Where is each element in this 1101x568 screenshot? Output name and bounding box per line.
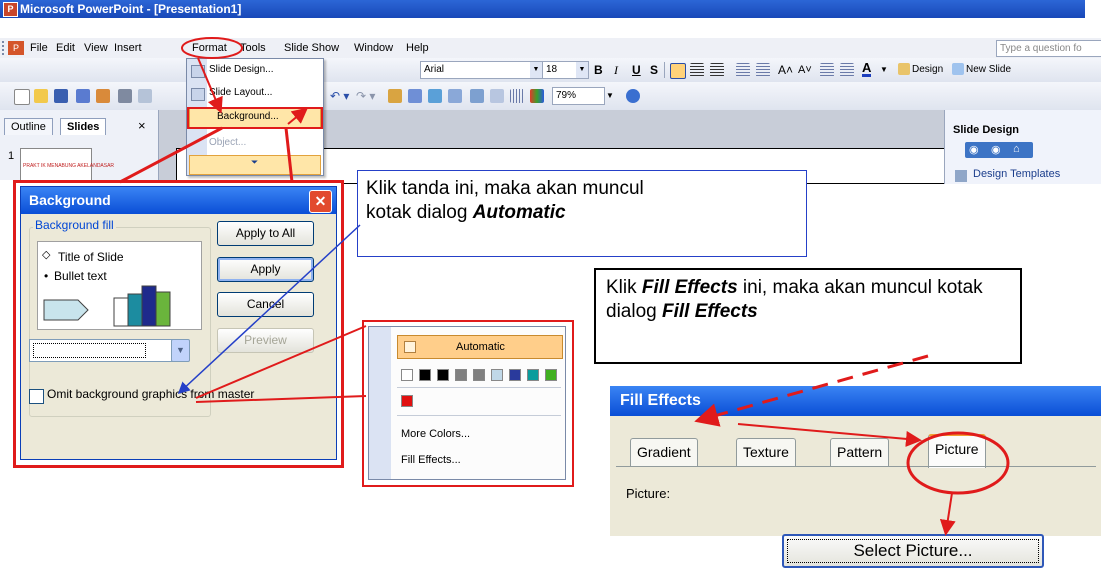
- connector-left: [119, 126, 223, 184]
- format-menu-circle: [181, 37, 243, 59]
- title-to-tab-arrow: [737, 423, 922, 447]
- connector-right: [284, 127, 294, 183]
- background-pointer: [287, 107, 309, 125]
- picture-tab-circle: [906, 431, 1010, 495]
- format-arrow: [197, 57, 223, 114]
- select-picture-arrow: [939, 492, 956, 536]
- fill-effects-dashed-arrow: [694, 354, 929, 427]
- annotation-overlay: [119, 37, 1010, 536]
- popup-connector-2: [195, 395, 367, 403]
- background-item-box: [187, 107, 323, 129]
- popup-connector-1: [195, 325, 367, 399]
